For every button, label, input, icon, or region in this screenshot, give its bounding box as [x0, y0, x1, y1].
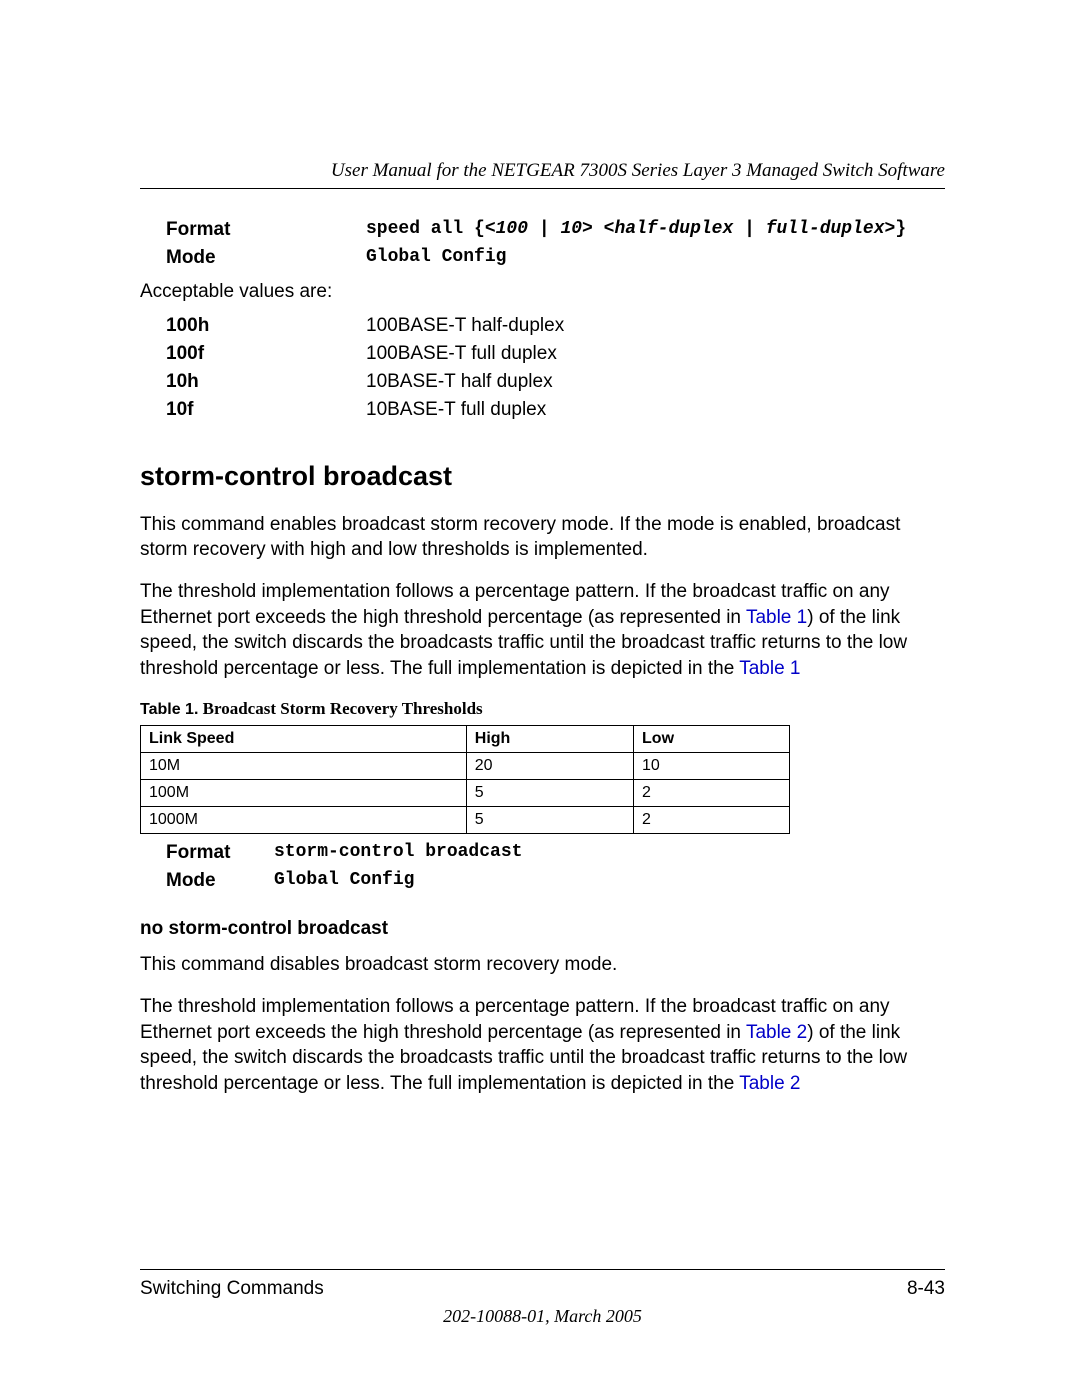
nosection-para-2: The threshold implementation follows a p… [140, 994, 945, 1097]
running-header: User Manual for the NETGEAR 7300S Series… [140, 160, 945, 189]
col-header-link-speed: Link Speed [141, 726, 467, 753]
value-key: 10h [166, 371, 366, 393]
format-row-2: Format storm-control broadcast [140, 842, 945, 864]
cell: 10 [634, 753, 790, 780]
page-footer: Switching Commands 8-43 202-10088-01, Ma… [140, 1269, 945, 1327]
cell: 1000M [141, 807, 467, 834]
value-key: 100f [166, 343, 366, 365]
value-row-10h: 10h 10BASE-T half duplex [140, 371, 945, 393]
table-row: 10M 20 10 [141, 753, 790, 780]
value-desc: 100BASE-T full duplex [366, 343, 945, 365]
value-desc: 10BASE-T full duplex [366, 399, 945, 421]
format-value: speed all {<100 | 10> <half-duplex | ful… [366, 219, 945, 241]
cell: 5 [466, 807, 633, 834]
value-desc: 100BASE-T half-duplex [366, 315, 945, 337]
table-caption-title: Broadcast Storm Recovery Thresholds [198, 699, 482, 718]
section-para-2: The threshold implementation follows a p… [140, 579, 945, 682]
table-link[interactable]: Table 1 [746, 607, 807, 628]
page: User Manual for the NETGEAR 7300S Series… [0, 0, 1080, 1397]
footer-line: Switching Commands 8-43 [140, 1278, 945, 1300]
table-row: 100M 5 2 [141, 780, 790, 807]
nosection-para-1: This command disables broadcast storm re… [140, 952, 945, 978]
section-para-1: This command enables broadcast storm rec… [140, 512, 945, 563]
format-row: Format speed all {<100 | 10> <half-duple… [140, 219, 945, 241]
cell: 100M [141, 780, 467, 807]
section-heading-storm-control: storm-control broadcast [140, 461, 945, 492]
format-label: Format [166, 842, 274, 864]
value-key: 10f [166, 399, 366, 421]
footer-left: Switching Commands [140, 1278, 324, 1300]
table-link[interactable]: Table 1 [739, 658, 800, 679]
mode-label: Mode [166, 870, 274, 892]
subsection-heading-no-storm-control: no storm-control broadcast [140, 918, 945, 940]
mode-value: Global Config [366, 247, 945, 269]
table-link[interactable]: Table 2 [746, 1022, 807, 1043]
table-caption: Table 1. Broadcast Storm Recovery Thresh… [140, 699, 945, 719]
value-row-10f: 10f 10BASE-T full duplex [140, 399, 945, 421]
mode-row-2: Mode Global Config [140, 870, 945, 892]
value-row-100f: 100f 100BASE-T full duplex [140, 343, 945, 365]
cell: 2 [634, 780, 790, 807]
footer-right: 8-43 [907, 1278, 945, 1300]
value-key: 100h [166, 315, 366, 337]
mode-row: Mode Global Config [140, 247, 945, 269]
mode-label: Mode [166, 247, 366, 269]
value-desc: 10BASE-T half duplex [366, 371, 945, 393]
footer-rule [140, 1269, 945, 1270]
thresholds-table: Link Speed High Low 10M 20 10 100M 5 2 1… [140, 725, 790, 834]
format-value: storm-control broadcast [274, 842, 945, 864]
format-value-text: speed all {<100 | 10> <half-duplex | ful… [366, 219, 906, 239]
table-caption-lead: Table 1. [140, 701, 198, 718]
table-header-row: Link Speed High Low [141, 726, 790, 753]
cell: 20 [466, 753, 633, 780]
col-header-high: High [466, 726, 633, 753]
acceptable-intro: Acceptable values are: [140, 279, 945, 305]
col-header-low: Low [634, 726, 790, 753]
value-row-100h: 100h 100BASE-T half-duplex [140, 315, 945, 337]
format-label: Format [166, 219, 366, 241]
cell: 5 [466, 780, 633, 807]
cell: 10M [141, 753, 467, 780]
cell: 2 [634, 807, 790, 834]
table-link[interactable]: Table 2 [739, 1073, 800, 1094]
footer-center: 202-10088-01, March 2005 [140, 1306, 945, 1327]
mode-value: Global Config [274, 870, 945, 892]
table-row: 1000M 5 2 [141, 807, 790, 834]
